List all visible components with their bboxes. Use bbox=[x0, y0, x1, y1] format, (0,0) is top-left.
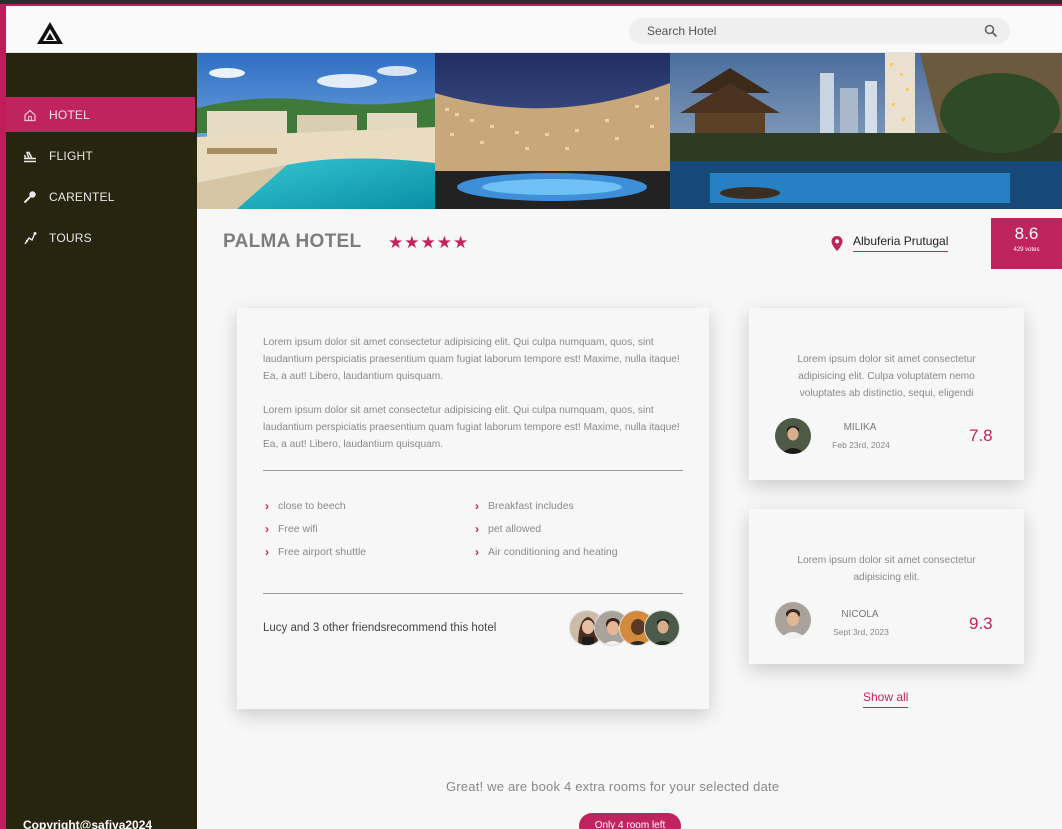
sidebar-item-label: FLIGHT bbox=[49, 148, 93, 163]
hotel-name: PALMA HOTEL bbox=[223, 231, 362, 252]
gallery-image-pool-night[interactable] bbox=[435, 53, 670, 209]
review-card: Lorem ipsum dolor sit amet consectetur a… bbox=[749, 308, 1024, 480]
star-rating: ★★★★★ bbox=[388, 233, 470, 252]
sidebar-item-hotel[interactable]: HOTEL bbox=[6, 97, 195, 132]
app-frame: HOTEL FLIGHT CARENTEL TOURS Copyri bbox=[0, 0, 1062, 829]
divider bbox=[263, 470, 683, 471]
tours-icon bbox=[23, 231, 37, 245]
friends-recommend-text: Lucy and 3 other friendsrecommend this h… bbox=[263, 622, 497, 634]
app-window: HOTEL FLIGHT CARENTEL TOURS Copyri bbox=[6, 6, 1062, 829]
chevron-right-icon: › bbox=[265, 499, 269, 513]
location-pin-icon bbox=[831, 236, 843, 251]
friends-avatars[interactable] bbox=[569, 610, 684, 648]
window-top-edge bbox=[0, 0, 1062, 4]
description-paragraph: Lorem ipsum dolor sit amet consectetur a… bbox=[263, 337, 680, 382]
gallery-image-beach[interactable] bbox=[197, 53, 435, 209]
sidebar-item-tours[interactable]: TOURS bbox=[6, 220, 195, 255]
top-header bbox=[6, 9, 1062, 53]
hotel-gallery bbox=[197, 53, 1062, 209]
hotel-votes: 429 votes bbox=[1013, 247, 1040, 253]
sidebar-item-flight[interactable]: FLIGHT bbox=[6, 138, 195, 173]
search-icon[interactable] bbox=[984, 24, 998, 38]
sidebar-item-carentel[interactable]: CARENTEL bbox=[6, 179, 195, 214]
home-icon bbox=[23, 108, 37, 122]
key-icon bbox=[23, 190, 37, 204]
chevron-right-icon: › bbox=[475, 545, 479, 559]
avatar[interactable] bbox=[775, 418, 811, 454]
review-date: Sept 3rd, 2023 bbox=[833, 627, 889, 637]
rooms-left-badge[interactable]: Only 4 room left bbox=[579, 813, 681, 829]
avatar[interactable] bbox=[644, 610, 680, 646]
chevron-right-icon: › bbox=[475, 499, 479, 513]
hotel-score: 8.6 bbox=[1014, 224, 1039, 243]
hotel-details-card: Lorem ipsum dolor sit amet consectetur a… bbox=[237, 308, 709, 709]
review-card: Lorem ipsum dolor sit amet consectetur a… bbox=[749, 509, 1024, 664]
review-text: Lorem ipsum dolor sit amet consectetur a… bbox=[797, 354, 976, 399]
show-all-link[interactable]: Show all bbox=[863, 690, 909, 708]
hotel-score-badge: 8.6 429 votes bbox=[991, 218, 1062, 269]
chevron-right-icon: › bbox=[475, 522, 479, 536]
gallery-image-resort-city[interactable] bbox=[670, 53, 1062, 209]
description-paragraph: Lorem ipsum dolor sit amet consectetur a… bbox=[263, 405, 680, 450]
hotel-location-link[interactable]: Albuferia Prutugal bbox=[853, 234, 949, 252]
sidebar: HOTEL FLIGHT CARENTEL TOURS Copyright@sa… bbox=[6, 53, 197, 829]
triangle-logo[interactable] bbox=[36, 21, 64, 45]
amenity-item: › Air conditioning and heating bbox=[475, 545, 618, 559]
search-input[interactable] bbox=[647, 18, 967, 44]
amenity-item: › Free airport shuttle bbox=[265, 545, 367, 559]
reviewer-name: NICOLA bbox=[841, 609, 879, 620]
sidebar-item-label: CARENTEL bbox=[49, 189, 115, 204]
sidebar-item-label: HOTEL bbox=[49, 107, 91, 122]
amenity-item: › Breakfast includes bbox=[475, 499, 574, 513]
hotel-title-row: PALMA HOTEL ★★★★★ Albuferia Prutugal 8.6… bbox=[197, 209, 1062, 269]
sidebar-item-label: TOURS bbox=[49, 230, 92, 245]
reviewer-name: MILIKA bbox=[843, 422, 877, 433]
search-bar bbox=[629, 18, 1010, 44]
chevron-right-icon: › bbox=[265, 545, 269, 559]
amenity-item: › pet allowed bbox=[475, 522, 542, 536]
review-date: Feb 23rd, 2024 bbox=[832, 440, 890, 450]
booking-message: Great! we are book 4 extra rooms for you… bbox=[446, 779, 780, 794]
amenity-item: › close to beech bbox=[265, 499, 346, 513]
amenity-item: › Free wifi bbox=[265, 522, 318, 536]
review-text: Lorem ipsum dolor sit amet consectetur a… bbox=[797, 555, 976, 583]
review-score: 7.8 bbox=[969, 426, 993, 445]
avatar[interactable] bbox=[775, 602, 811, 638]
plane-icon bbox=[23, 149, 37, 163]
review-score: 9.3 bbox=[969, 614, 993, 633]
chevron-right-icon: › bbox=[265, 522, 269, 536]
divider bbox=[263, 593, 683, 594]
copyright-text: Copyright@safiya2024 bbox=[23, 818, 153, 829]
